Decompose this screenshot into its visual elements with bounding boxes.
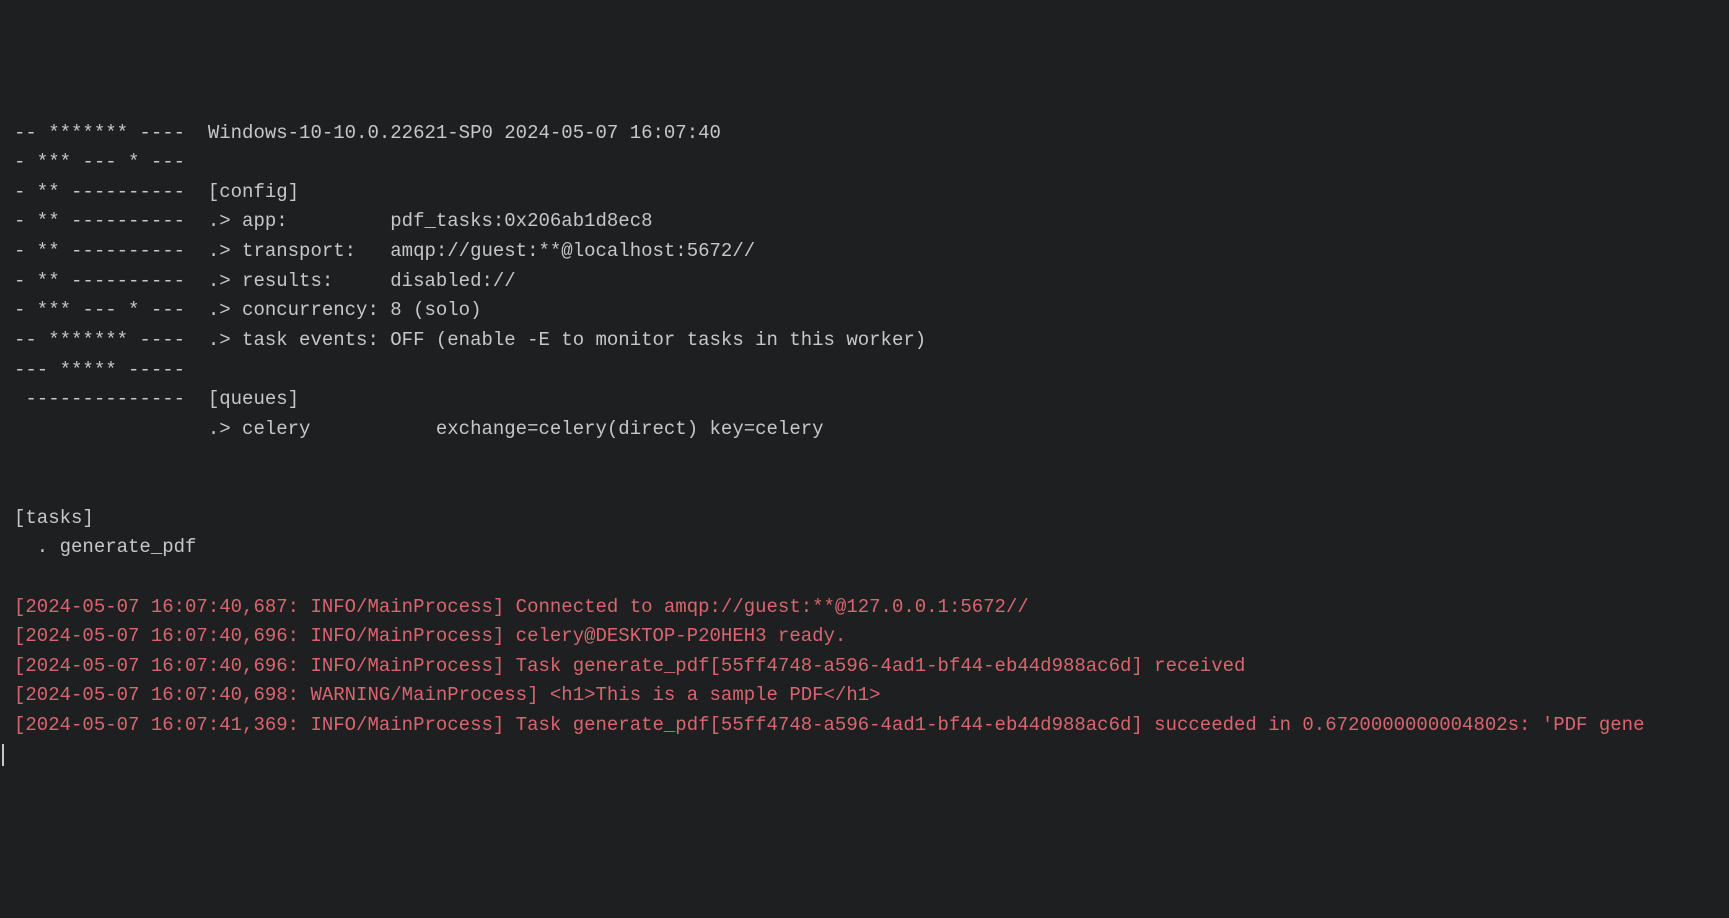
- banner-line-app: - ** ---------- .> app: pdf_tasks:0x206a…: [14, 210, 653, 232]
- log-ready: [2024-05-07 16:07:40,696: INFO/MainProce…: [14, 625, 846, 647]
- banner-line-art2: --- ***** -----: [14, 359, 185, 381]
- log-connected: [2024-05-07 16:07:40,687: INFO/MainProce…: [14, 596, 1029, 618]
- log-task-succeeded: [2024-05-07 16:07:41,369: INFO/MainProce…: [14, 714, 1644, 736]
- banner-line-art: - *** --- * ---: [14, 151, 185, 173]
- log-task-received: [2024-05-07 16:07:40,696: INFO/MainProce…: [14, 655, 1245, 677]
- banner-line-queues-header: -------------- [queues]: [14, 388, 299, 410]
- banner-line-platform: -- ******* ---- Windows-10-10.0.22621-SP…: [14, 122, 721, 144]
- log-warning-html: [2024-05-07 16:07:40,698: WARNING/MainPr…: [14, 684, 881, 706]
- banner-line-results: - ** ---------- .> results: disabled://: [14, 270, 516, 292]
- banner-line-queue-celery: .> celery exchange=celery(direct) key=ce…: [14, 418, 824, 440]
- terminal-cursor: [2, 744, 4, 766]
- celery-banner: -- ******* ---- Windows-10-10.0.22621-SP…: [14, 119, 1715, 771]
- banner-line-task-events: -- ******* ---- .> task events: OFF (ena…: [14, 329, 926, 351]
- tasks-item-generate-pdf: . generate_pdf: [14, 536, 196, 558]
- banner-line-transport: - ** ---------- .> transport: amqp://gue…: [14, 240, 755, 262]
- banner-line-concurrency: - *** --- * --- .> concurrency: 8 (solo): [14, 299, 481, 321]
- tasks-header: [tasks]: [14, 507, 94, 529]
- banner-line-config-header: - ** ---------- [config]: [14, 181, 299, 203]
